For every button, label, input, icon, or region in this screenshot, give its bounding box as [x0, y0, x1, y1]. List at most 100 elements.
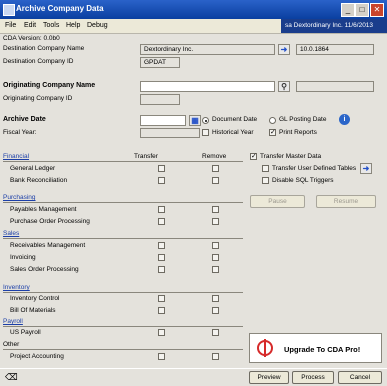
- process-button[interactable]: Process: [292, 371, 334, 384]
- dest-company-id-field: GPDAT: [140, 57, 180, 68]
- us-payroll-label: US Payroll: [10, 329, 41, 336]
- payables-transfer-checkbox[interactable]: [158, 206, 165, 213]
- invoicing-remove-checkbox[interactable]: [212, 254, 219, 261]
- transfer-column-header: Transfer: [134, 153, 158, 160]
- menu-tools[interactable]: Tools: [43, 22, 59, 29]
- section-divider: [3, 161, 243, 162]
- financial-section-link[interactable]: Financial: [3, 153, 29, 160]
- pause-button[interactable]: Pause: [250, 195, 305, 208]
- project-accounting-label: Project Accounting: [10, 353, 64, 360]
- upgrade-to-pro-button[interactable]: Upgrade To CDA Pro!: [249, 333, 382, 363]
- transfer-udt-checkbox[interactable]: [262, 165, 269, 172]
- gl-posting-date-label: GL Posting Date: [279, 116, 327, 123]
- inventory-control-remove-checkbox[interactable]: [212, 295, 219, 302]
- print-reports-checkbox[interactable]: [269, 129, 276, 136]
- document-date-label: Document Date: [212, 116, 258, 123]
- bottom-bar: ⌫ Preview Process Cancel: [0, 368, 387, 386]
- originating-company-id-field: [140, 94, 180, 105]
- resume-button[interactable]: Resume: [316, 195, 376, 208]
- project-accounting-transfer-checkbox[interactable]: [158, 353, 165, 360]
- arrow-right-icon[interactable]: ➜: [360, 163, 372, 174]
- invoicing-label: Invoicing: [10, 254, 36, 261]
- purchase-order-label: Purchase Order Processing: [10, 218, 90, 225]
- bill-of-materials-remove-checkbox[interactable]: [212, 307, 219, 314]
- bill-of-materials-label: Bill Of Materials: [10, 307, 56, 314]
- arrow-right-icon[interactable]: ➜: [278, 44, 290, 55]
- sales-order-transfer-checkbox[interactable]: [158, 266, 165, 273]
- cda-version: CDA Version: 0.0b0: [3, 35, 60, 42]
- calendar-icon[interactable]: ▦: [189, 115, 201, 126]
- originating-company-id-label: Originating Company ID: [3, 95, 73, 102]
- originating-company-name-input[interactable]: [140, 81, 275, 92]
- bank-reconciliation-label: Bank Reconciliation: [10, 177, 68, 184]
- bank-reconciliation-transfer-checkbox[interactable]: [158, 177, 165, 184]
- dest-company-name-field: Dextordinary Inc.: [140, 44, 275, 55]
- sales-order-remove-checkbox[interactable]: [212, 266, 219, 273]
- general-ledger-label: General Ledger: [10, 165, 56, 172]
- transfer-master-data-checkbox[interactable]: [250, 153, 257, 160]
- section-divider: [3, 326, 243, 327]
- other-section-label: Other: [3, 341, 20, 348]
- dest-company-version: 10.0.1864: [296, 44, 374, 55]
- title-bar: Archive Company Data _ □ ✕: [0, 0, 387, 19]
- invoicing-transfer-checkbox[interactable]: [158, 254, 165, 261]
- payables-management-label: Payables Management: [10, 206, 77, 213]
- window-icon: [3, 4, 15, 16]
- cda-logo-icon: [257, 339, 273, 357]
- section-divider: [3, 238, 243, 239]
- preview-button[interactable]: Preview: [249, 371, 289, 384]
- menu-edit[interactable]: Edit: [24, 22, 36, 29]
- close-button[interactable]: ✕: [370, 3, 384, 17]
- fiscal-year-label: Fiscal Year:: [3, 129, 37, 136]
- user-status-bar: sa Dextordinary Inc. 11/6/2013: [281, 19, 387, 33]
- dest-company-name-label: Destination Company Name: [3, 45, 85, 52]
- eraser-icon[interactable]: ⌫: [5, 372, 18, 383]
- purchase-order-remove-checkbox[interactable]: [212, 218, 219, 225]
- cancel-button[interactable]: Cancel: [338, 371, 382, 384]
- receivables-remove-checkbox[interactable]: [212, 242, 219, 249]
- historical-year-checkbox[interactable]: [202, 129, 209, 136]
- bill-of-materials-transfer-checkbox[interactable]: [158, 307, 165, 314]
- menu-file[interactable]: File: [5, 22, 16, 29]
- us-payroll-transfer-checkbox[interactable]: [158, 329, 165, 336]
- maximize-button[interactable]: □: [355, 3, 369, 17]
- general-ledger-remove-checkbox[interactable]: [212, 165, 219, 172]
- general-ledger-transfer-checkbox[interactable]: [158, 165, 165, 172]
- menu-help[interactable]: Help: [66, 22, 80, 29]
- disable-sql-triggers-checkbox[interactable]: [262, 177, 269, 184]
- document-date-radio[interactable]: [202, 117, 209, 124]
- purchase-order-transfer-checkbox[interactable]: [158, 218, 165, 225]
- menu-debug[interactable]: Debug: [87, 22, 108, 29]
- inventory-control-transfer-checkbox[interactable]: [158, 295, 165, 302]
- archive-date-input[interactable]: [140, 115, 186, 126]
- section-divider: [3, 292, 243, 293]
- window-title: Archive Company Data: [16, 4, 104, 13]
- archive-company-window: Archive Company Data _ □ ✕ File Edit Too…: [0, 0, 387, 386]
- info-icon[interactable]: i: [339, 114, 350, 125]
- sales-section-link[interactable]: Sales: [3, 230, 19, 237]
- us-payroll-remove-checkbox[interactable]: [212, 329, 219, 336]
- transfer-master-data-label: Transfer Master Data: [260, 153, 322, 160]
- section-divider: [3, 202, 243, 203]
- payables-remove-checkbox[interactable]: [212, 206, 219, 213]
- transfer-udt-label: Transfer User Defined Tables: [272, 165, 357, 172]
- remove-column-header: Remove: [202, 153, 227, 160]
- inventory-section-link[interactable]: Inventory: [3, 284, 30, 291]
- receivables-transfer-checkbox[interactable]: [158, 242, 165, 249]
- bank-reconciliation-remove-checkbox[interactable]: [212, 177, 219, 184]
- dest-company-id-label: Destination Company ID: [3, 58, 74, 65]
- historical-year-label: Historical Year: [212, 129, 254, 136]
- disable-sql-triggers-label: Disable SQL Triggers: [272, 177, 334, 184]
- archive-date-label: Archive Date: [3, 116, 46, 123]
- section-divider: [3, 349, 243, 350]
- upgrade-label: Upgrade To CDA Pro!: [284, 345, 361, 354]
- receivables-management-label: Receivables Management: [10, 242, 86, 249]
- project-accounting-remove-checkbox[interactable]: [212, 353, 219, 360]
- payroll-section-link[interactable]: Payroll: [3, 318, 23, 325]
- print-reports-label: Print Reports: [279, 129, 317, 136]
- gl-posting-date-radio[interactable]: [269, 117, 276, 124]
- minimize-button[interactable]: _: [341, 3, 355, 17]
- purchasing-section-link[interactable]: Purchasing: [3, 194, 36, 201]
- lookup-icon[interactable]: ⚲: [278, 81, 290, 92]
- inventory-control-label: Inventory Control: [10, 295, 60, 302]
